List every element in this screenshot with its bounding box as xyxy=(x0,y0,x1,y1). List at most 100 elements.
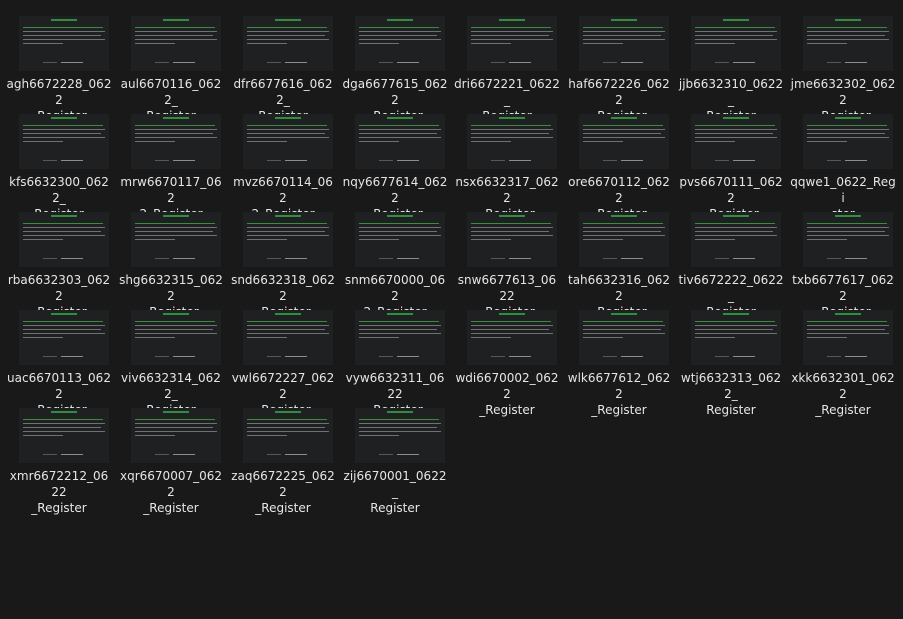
thumbnail-text-line xyxy=(247,39,329,40)
file-item[interactable]: shg6632315_0622_Register xyxy=(114,211,226,319)
file-item[interactable]: tah6632316_0622_Register xyxy=(562,211,674,319)
file-name-label: zij6670001_0622_ Register xyxy=(343,469,447,515)
file-name-label: xkk6632301_0622 _Register xyxy=(791,371,895,417)
file-item[interactable]: dga6677615_0622_Register xyxy=(338,15,450,123)
thumbnail-text-line xyxy=(471,223,551,224)
thumbnail-title-mark xyxy=(691,19,781,21)
file-item[interactable]: wlk6677612_0622 _Register xyxy=(562,309,674,417)
file-item[interactable]: uac6670113_0622_Register xyxy=(2,309,114,417)
thumbnail-text-line xyxy=(135,427,213,428)
file-item[interactable]: jme6632302_0622_Register xyxy=(786,15,898,123)
thumbnail-footer-value xyxy=(845,62,867,63)
thumbnail-text-line xyxy=(247,133,325,134)
thumbnail-text-line xyxy=(583,321,663,322)
file-item[interactable]: nsx6632317_0622_Register xyxy=(450,113,562,221)
file-item[interactable]: qqwe1_0622_Register xyxy=(786,113,898,221)
thumbnail-text-line xyxy=(359,27,439,28)
file-item[interactable]: vwl6672227_0622_Register xyxy=(226,309,338,417)
thumbnail-footer-label xyxy=(267,62,281,63)
thumbnail-footer-value xyxy=(621,62,643,63)
file-thumbnail xyxy=(131,408,221,463)
file-item[interactable]: snm6670000_0622_Register xyxy=(338,211,450,319)
file-item[interactable]: snw6677613_0622_Register xyxy=(450,211,562,319)
file-item[interactable]: wdi6670002_0622 _Register xyxy=(450,309,562,417)
thumbnail-footer-label xyxy=(603,356,617,357)
thumbnail-text-line xyxy=(23,231,101,232)
thumbnail-footer-label xyxy=(603,258,617,259)
thumbnail-text-line xyxy=(471,39,553,40)
file-item[interactable]: tiv6672222_0622_Register xyxy=(674,211,786,319)
thumbnail-title-mark xyxy=(803,117,893,119)
file-item[interactable]: agh6672228_0622_Register xyxy=(2,15,114,123)
thumbnail-text-line xyxy=(807,31,889,32)
file-item[interactable]: xkk6632301_0622 _Register xyxy=(786,309,898,417)
thumbnail-text-line xyxy=(471,133,549,134)
thumbnail-text-line xyxy=(23,427,101,428)
file-item[interactable]: zij6670001_0622_ Register xyxy=(338,407,450,515)
thumbnail-text-line xyxy=(695,329,773,330)
thumbnail-title-mark xyxy=(579,215,669,217)
file-item[interactable]: vyw6632311_0622_Register xyxy=(338,309,450,417)
thumbnail-text-line xyxy=(247,27,327,28)
thumbnail-footer-value xyxy=(845,160,867,161)
file-item[interactable]: zaq6672225_0622 _Register xyxy=(226,407,338,515)
thumbnail-text-line xyxy=(471,227,553,228)
file-item[interactable]: xqr6670007_0622 _Register xyxy=(114,407,226,515)
thumbnail-text-line xyxy=(23,235,105,236)
thumbnail-title-mark xyxy=(131,313,221,315)
thumbnail-footer-label xyxy=(379,62,393,63)
thumbnail-footer-value xyxy=(285,62,307,63)
file-item[interactable]: rba6632303_0622_Register xyxy=(2,211,114,319)
thumbnail-title-mark xyxy=(19,19,109,21)
thumbnail-text-line xyxy=(359,321,439,322)
file-item[interactable]: kfs6632300_0622_Register xyxy=(2,113,114,221)
file-item[interactable]: aul6670116_0622_Register xyxy=(114,15,226,123)
thumbnail-text-line xyxy=(583,223,663,224)
file-item[interactable]: jjb6632310_0622_Register xyxy=(674,15,786,123)
file-item[interactable]: mvz6670114_0622_Register xyxy=(226,113,338,221)
thumbnail-text-line xyxy=(471,31,553,32)
thumbnail-text-line xyxy=(135,239,175,240)
thumbnail-text-line xyxy=(807,325,889,326)
thumbnail-footer-label xyxy=(827,258,841,259)
thumbnail-text-line xyxy=(359,239,399,240)
file-thumbnail xyxy=(243,114,333,169)
file-item[interactable]: pvs6670111_0622_Register xyxy=(674,113,786,221)
thumbnail-text-line xyxy=(583,125,663,126)
file-item[interactable]: dfr6677616_0622_Register xyxy=(226,15,338,123)
file-item[interactable]: wtj6632313_0622_ Register xyxy=(674,309,786,417)
thumbnail-title-mark xyxy=(19,117,109,119)
thumbnail-text-line xyxy=(695,129,777,130)
thumbnail-title-mark xyxy=(19,313,109,315)
thumbnail-text-line xyxy=(807,227,889,228)
file-item[interactable]: haf6672226_0622_Register xyxy=(562,15,674,123)
file-thumbnail xyxy=(131,16,221,71)
file-item[interactable]: ore6670112_0622_Register xyxy=(562,113,674,221)
file-item[interactable]: txb6677617_0622_Register xyxy=(786,211,898,319)
thumbnail-footer-value xyxy=(733,258,755,259)
thumbnail-text-line xyxy=(135,137,217,138)
file-item[interactable]: dri6672221_0622_Register xyxy=(450,15,562,123)
file-item[interactable]: xmr6672212_0622 _Register xyxy=(2,407,114,515)
thumbnail-text-line xyxy=(247,427,325,428)
thumbnail-text-line xyxy=(695,133,773,134)
thumbnail-text-line xyxy=(135,133,213,134)
file-thumbnail xyxy=(467,114,557,169)
file-item[interactable]: nqy6677614_0622_Register xyxy=(338,113,450,221)
file-thumbnail xyxy=(691,114,781,169)
thumbnail-footer-value xyxy=(285,160,307,161)
thumbnail-footer-label xyxy=(379,454,393,455)
thumbnail-text-line xyxy=(135,423,217,424)
file-item[interactable]: viv6632314_0622_Register xyxy=(114,309,226,417)
file-item[interactable]: snd6632318_0622_Register xyxy=(226,211,338,319)
thumbnail-text-line xyxy=(471,325,553,326)
thumbnail-text-line xyxy=(247,235,329,236)
thumbnail-text-line xyxy=(247,35,325,36)
file-item[interactable]: mrw6670117_0622_Register xyxy=(114,113,226,221)
thumbnail-text-line xyxy=(23,227,105,228)
thumbnail-text-line xyxy=(807,27,887,28)
thumbnail-text-line xyxy=(247,223,327,224)
thumbnail-footer-value xyxy=(621,258,643,259)
thumbnail-text-line xyxy=(247,239,287,240)
file-thumbnail xyxy=(19,16,109,71)
